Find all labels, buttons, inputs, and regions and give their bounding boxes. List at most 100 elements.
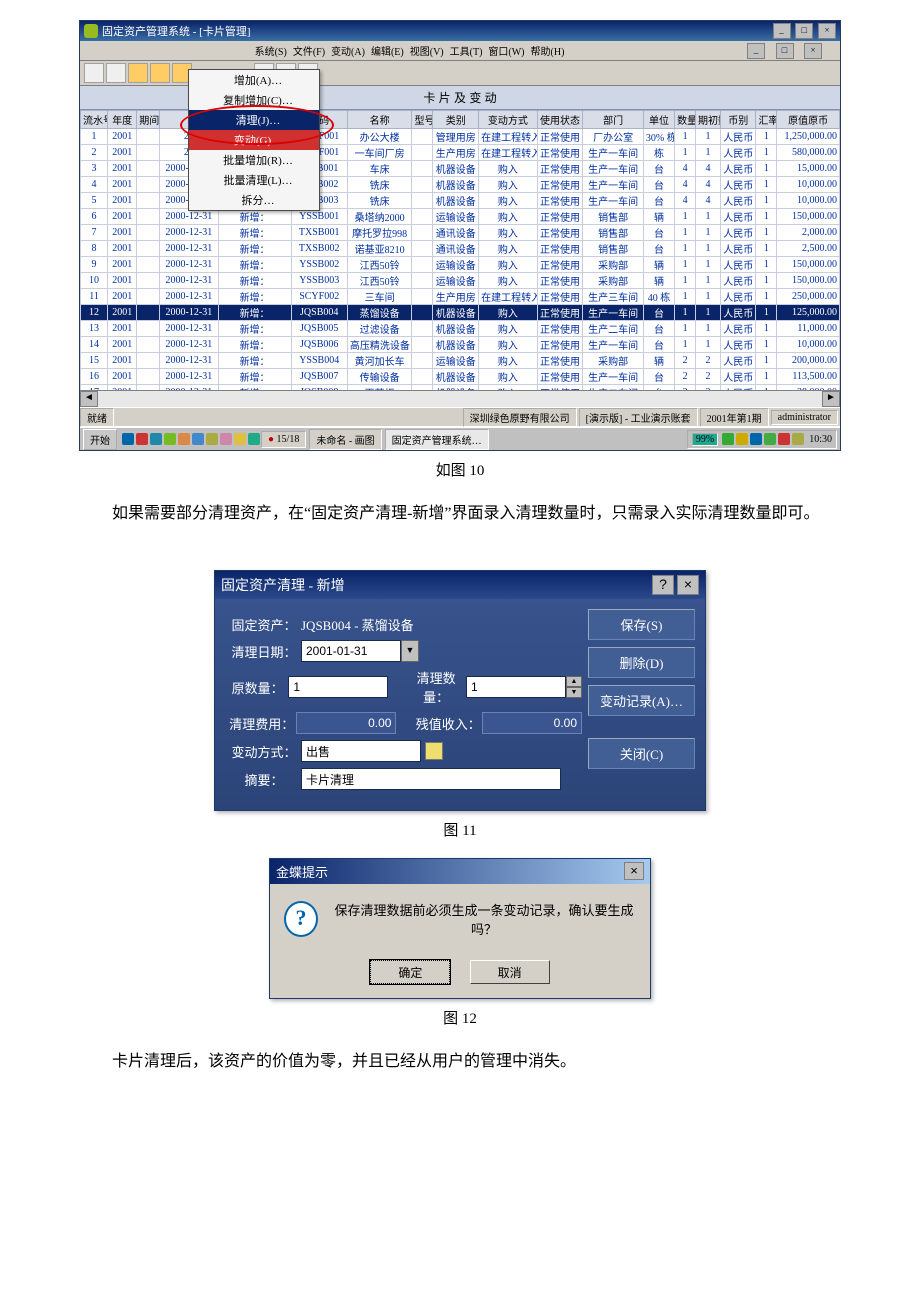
ok-button[interactable]: 确定 <box>370 960 450 984</box>
date-input[interactable] <box>301 640 401 662</box>
close-button[interactable]: × <box>624 862 644 880</box>
table-row[interactable]: 1420012000-12-31新增：JQSB006高压精洗设备机器设备购入正常… <box>81 337 840 353</box>
delete-button[interactable]: 删除(D) <box>588 647 695 678</box>
tray-icon[interactable] <box>778 433 790 445</box>
column-header[interactable]: 汇率 <box>756 111 777 129</box>
table-row[interactable]: 720012000-12-31新增：TXSB001摩托罗拉998通讯设备购入正常… <box>81 225 840 241</box>
asset-label: 固定资产： <box>227 615 301 634</box>
taskbar-button-active[interactable]: 固定资产管理系统… <box>385 429 489 450</box>
taskbar-button[interactable]: ● 15/18 <box>261 431 306 448</box>
save-button[interactable]: 保存(S) <box>588 609 695 640</box>
table-row[interactable]: 1220012000-12-31新增：JQSB004蒸馏设备机器设备购入正常使用… <box>81 305 840 321</box>
column-header[interactable]: 年度 <box>108 111 137 129</box>
start-button[interactable]: 开始 <box>83 429 117 450</box>
quicklaunch-icon[interactable] <box>122 433 134 445</box>
quicklaunch-icon[interactable] <box>150 433 162 445</box>
tray-icon[interactable] <box>764 433 776 445</box>
quicklaunch-icon[interactable] <box>178 433 190 445</box>
toolbar-icon[interactable] <box>150 63 170 83</box>
spin-down-icon[interactable]: ▼ <box>566 687 582 698</box>
menu-item[interactable]: 编辑(E) <box>371 47 404 58</box>
quicklaunch-icon[interactable] <box>164 433 176 445</box>
quicklaunch-icon[interactable] <box>192 433 204 445</box>
figure-caption: 图 11 <box>50 819 870 840</box>
tray-icon[interactable] <box>736 433 748 445</box>
spin-up-icon[interactable]: ▲ <box>566 676 582 687</box>
titlebar[interactable]: 固定资产管理系统 - [卡片管理] _ □ × <box>80 21 840 41</box>
figure-caption: 图 12 <box>50 1007 870 1028</box>
quicklaunch-icon[interactable] <box>220 433 232 445</box>
orig-qty-input[interactable] <box>288 676 388 698</box>
dialog-titlebar[interactable]: 固定资产清理 - 新增 ? × <box>215 571 705 599</box>
table-row[interactable]: 1720012000-12-31新增：JQSB008灭菌柜机器设备购入正常使用生… <box>81 385 840 391</box>
maximize-button[interactable]: □ <box>795 23 813 39</box>
tray-icon[interactable] <box>792 433 804 445</box>
orig-qty-label: 原数量： <box>227 678 288 697</box>
column-header[interactable]: 部门 <box>583 111 643 129</box>
table-row[interactable]: 820012000-12-31新增：TXSB002诺基亚8210通讯设备购入正常… <box>81 241 840 257</box>
table-row[interactable]: 920012000-12-31新增：YSSB002江西50铃运输设备购入正常使用… <box>81 257 840 273</box>
child-maximize-button[interactable]: □ <box>776 43 794 59</box>
dropdown-item[interactable]: 增加(A)… <box>189 70 319 90</box>
child-minimize-button[interactable]: _ <box>747 43 765 59</box>
changelog-button[interactable]: 变动记录(A)… <box>588 685 695 716</box>
column-header[interactable]: 期间 <box>137 111 160 129</box>
dropdown-item[interactable]: 批量增加(R)… <box>189 150 319 170</box>
menu-item[interactable]: 窗口(W) <box>488 47 524 58</box>
app-window: 固定资产管理系统 - [卡片管理] _ □ × _ □ × 系统(S) 文件(F)… <box>79 20 841 451</box>
toolbar-icon[interactable] <box>106 63 126 83</box>
quicklaunch-icon[interactable] <box>248 433 260 445</box>
menu-item[interactable]: 变动(A) <box>331 47 365 58</box>
quicklaunch-icon[interactable] <box>206 433 218 445</box>
statusbar: 就绪 深圳绿色原野有限公司 [演示版] - 工业演示账套 2001年第1期 ad… <box>80 407 840 426</box>
messagebox-titlebar[interactable]: 金蝶提示 × <box>270 859 650 884</box>
dropdown-item[interactable]: 拆分… <box>189 190 319 210</box>
toolbar-icon[interactable] <box>84 63 104 83</box>
menu-item[interactable]: 文件(F) <box>293 47 325 58</box>
mv-input[interactable] <box>301 740 421 762</box>
lookup-icon[interactable] <box>425 742 443 760</box>
toolbar-icon[interactable] <box>128 63 148 83</box>
table-row[interactable]: 1620012000-12-31新增：JQSB007传输设备机器设备购入正常使用… <box>81 369 840 385</box>
memo-input[interactable] <box>301 768 561 790</box>
column-header[interactable]: 单位 <box>643 111 674 129</box>
clean-qty-input[interactable] <box>466 676 566 698</box>
column-header[interactable]: 币别 <box>721 111 756 129</box>
close-dialog-button[interactable]: 关闭(C) <box>588 738 695 769</box>
horizontal-scrollbar[interactable]: ◄ ► <box>80 390 840 407</box>
column-header[interactable]: 型号 <box>412 111 433 129</box>
child-close-button[interactable]: × <box>804 43 822 59</box>
menu-item[interactable]: 系统(S) <box>255 47 287 58</box>
column-header[interactable]: 原值原币 <box>777 111 840 129</box>
table-row[interactable]: 1520012000-12-31新增：YSSB004黄河加长车运输设备购入正常使… <box>81 353 840 369</box>
dropdown-item[interactable]: 批量清理(L)… <box>189 170 319 190</box>
table-row[interactable]: 1120012000-12-31新增：SCYF002三车间生产用房在建工程转入正… <box>81 289 840 305</box>
tray-icon[interactable] <box>722 433 734 445</box>
menu-item[interactable]: 视图(V) <box>410 47 444 58</box>
table-row[interactable]: 1320012000-12-31新增：JQSB005过滤设备机器设备购入正常使用… <box>81 321 840 337</box>
close-button[interactable]: × <box>677 575 699 595</box>
quicklaunch-icon[interactable] <box>136 433 148 445</box>
menubar[interactable]: _ □ × 系统(S) 文件(F) 变动(A) 编辑(E) 视图(V) 工具(T) 窗口(W… <box>80 41 840 61</box>
taskbar-button[interactable]: 未命名 - 画图 <box>309 429 381 450</box>
column-header[interactable]: 类别 <box>433 111 479 129</box>
column-header[interactable]: 使用状态 <box>537 111 583 129</box>
tray-icon[interactable] <box>750 433 762 445</box>
column-header[interactable]: 名称 <box>347 111 412 129</box>
help-button[interactable]: ? <box>652 575 674 595</box>
quicklaunch-icon[interactable] <box>234 433 246 445</box>
menu-item[interactable]: 帮助(H) <box>531 47 565 58</box>
minimize-button[interactable]: _ <box>773 23 791 39</box>
column-header[interactable]: 流水号 <box>81 111 108 129</box>
scroll-right-icon[interactable]: ► <box>822 391 840 407</box>
fee-label: 清理费用： <box>227 714 296 733</box>
table-row[interactable]: 1020012000-12-31新增：YSSB003江西50铃运输设备购入正常使… <box>81 273 840 289</box>
scroll-left-icon[interactable]: ◄ <box>80 391 98 407</box>
column-header[interactable]: 数量 <box>675 111 696 129</box>
column-header[interactable]: 期初数量 <box>695 111 720 129</box>
close-button[interactable]: × <box>818 23 836 39</box>
dropdown-icon[interactable]: ▼ <box>401 640 419 662</box>
cancel-button[interactable]: 取消 <box>470 960 550 984</box>
column-header[interactable]: 变动方式 <box>479 111 537 129</box>
menu-item[interactable]: 工具(T) <box>450 47 483 58</box>
